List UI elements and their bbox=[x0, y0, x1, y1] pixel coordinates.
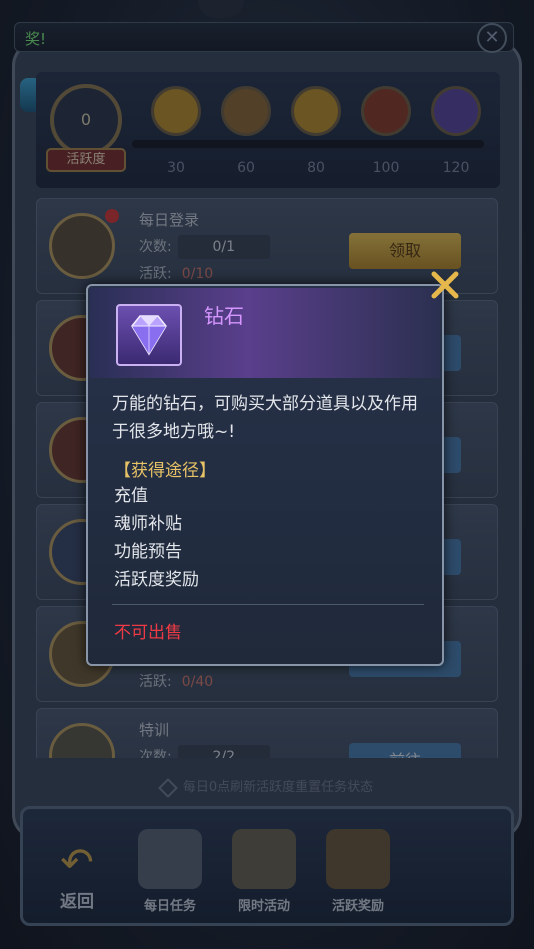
obtain-method-list: 充值 魂师补贴 功能预告 活跃度奖励 bbox=[114, 482, 314, 594]
item-description: 万能的钻石，可购买大部分道具以及作用于很多地方哦~! bbox=[112, 394, 418, 442]
obtain-method: 活跃度奖励 bbox=[114, 570, 199, 590]
popup-header: 钻石 bbox=[90, 288, 440, 378]
obtain-title: 【获得途径】 bbox=[114, 461, 216, 481]
divider bbox=[112, 604, 424, 605]
sell-status: 不可出售 bbox=[114, 623, 182, 643]
obtain-method: 功能预告 bbox=[114, 542, 182, 562]
obtain-method: 充值 bbox=[114, 486, 148, 506]
obtain-method: 魂师补贴 bbox=[114, 514, 182, 534]
item-name: 钻石 bbox=[204, 304, 244, 328]
popup-close-icon[interactable] bbox=[428, 268, 462, 302]
diamond-icon bbox=[116, 304, 182, 366]
